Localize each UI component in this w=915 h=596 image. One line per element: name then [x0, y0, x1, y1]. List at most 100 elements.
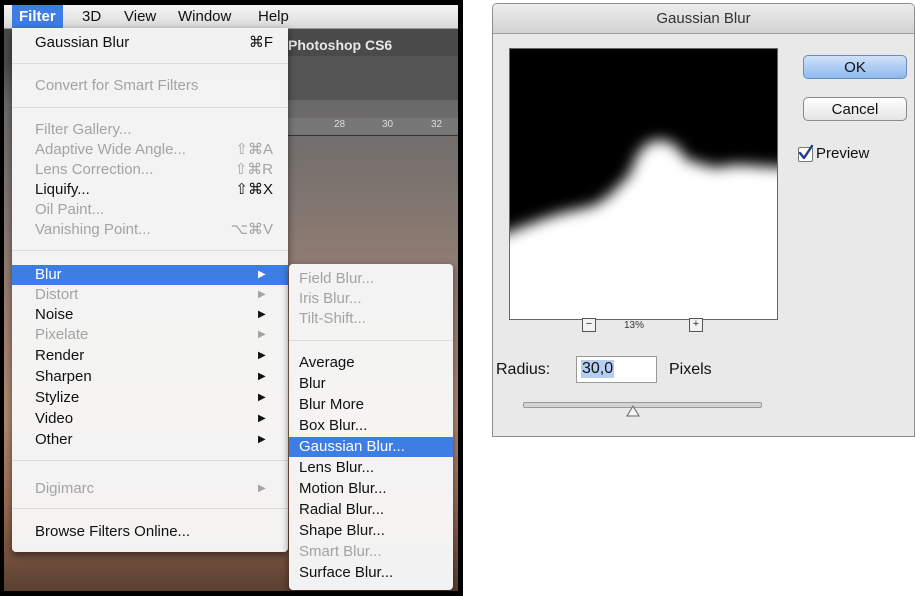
ruler: 28 30 32 — [286, 118, 458, 136]
menu-item-blur[interactable]: Blur ▶ — [12, 265, 288, 285]
menu-item-video[interactable]: Video ▶ — [12, 409, 288, 429]
radius-slider-track[interactable] — [523, 402, 762, 408]
menu-item-digimarc[interactable]: Digimarc ▶ — [12, 479, 288, 499]
radius-slider-thumb[interactable] — [626, 405, 640, 417]
submenu-item-iris-blur[interactable]: Iris Blur... — [289, 289, 453, 309]
menu-item-label: Digimarc — [35, 480, 95, 497]
submenu-arrow-icon: ▶ — [258, 269, 266, 280]
submenu-arrow-icon: ▶ — [258, 309, 266, 320]
preview-image[interactable] — [509, 48, 778, 320]
menu-item-pixelate[interactable]: Pixelate ▶ — [12, 325, 288, 345]
menu-item-label: Stylize — [35, 389, 80, 406]
menu-item-label: Average — [299, 354, 355, 371]
blurred-preview-graphic — [510, 49, 777, 319]
menu-item-label: Other — [35, 431, 73, 448]
menu-item-oil-paint[interactable]: Oil Paint... — [12, 200, 288, 220]
preview-label: Preview — [816, 145, 870, 162]
menu-help[interactable]: Help — [258, 7, 289, 26]
submenu-arrow-icon: ▶ — [258, 289, 266, 300]
menu-filter[interactable]: Filter — [12, 5, 63, 28]
zoom-level: 13% — [624, 320, 645, 331]
menu-item-label: Motion Blur... — [299, 480, 387, 497]
shortcut: ⌥⌘V — [230, 221, 273, 238]
menu-item-label: Vanishing Point... — [35, 221, 151, 238]
ruler-number: 28 — [334, 119, 346, 130]
menu-item-label: Lens Correction... — [35, 161, 154, 178]
filter-menu: Gaussian Blur ⌘F Convert for Smart Filte… — [12, 28, 288, 552]
menu-separator — [12, 63, 288, 64]
menu-item-label: Shape Blur... — [299, 522, 385, 539]
menu-item-label: Smart Blur... — [299, 543, 382, 560]
menu-item-label: Filter Gallery... — [35, 121, 132, 138]
menu-item-filter-gallery[interactable]: Filter Gallery... — [12, 120, 288, 140]
submenu-item-smart-blur[interactable]: Smart Blur... — [289, 542, 453, 562]
submenu-item-gaussian-blur[interactable]: Gaussian Blur... — [289, 437, 453, 457]
submenu-item-surface-blur[interactable]: Surface Blur... — [289, 563, 453, 583]
shortcut: ⇧⌘R — [234, 161, 273, 178]
menu-item-label: Blur — [299, 375, 326, 392]
app-title: Photoshop CS6 — [288, 37, 393, 53]
submenu-item-lens-blur[interactable]: Lens Blur... — [289, 458, 453, 478]
blur-submenu: Field Blur... Iris Blur... Tilt-Shift...… — [289, 264, 453, 590]
menu-separator — [289, 340, 453, 341]
checkmark-icon — [798, 144, 814, 160]
menu-item-lens-correction[interactable]: Lens Correction... ⇧⌘R — [12, 160, 288, 180]
submenu-item-shape-blur[interactable]: Shape Blur... — [289, 521, 453, 541]
radius-label: Radius: — [496, 361, 551, 378]
submenu-item-motion-blur[interactable]: Motion Blur... — [289, 479, 453, 499]
menu-view[interactable]: View — [124, 7, 156, 26]
menu-item-label: Iris Blur... — [299, 290, 362, 307]
dialog-titlebar: Gaussian Blur — [493, 4, 914, 34]
menu-item-label: Blur — [35, 266, 62, 283]
menu-item-adaptive-wide-angle[interactable]: Adaptive Wide Angle... ⇧⌘A — [12, 140, 288, 160]
submenu-item-radial-blur[interactable]: Radial Blur... — [289, 500, 453, 520]
submenu-item-average[interactable]: Average — [289, 353, 453, 373]
submenu-item-blur[interactable]: Blur — [289, 374, 453, 394]
menu-item-browse-filters-online[interactable]: Browse Filters Online... — [12, 522, 288, 542]
menu-item-last-filter[interactable]: Gaussian Blur ⌘F — [12, 33, 288, 53]
menu-3d[interactable]: 3D — [82, 7, 101, 26]
menu-item-label: Box Blur... — [299, 417, 368, 434]
photoshop-menu-screenshot: Photoshop CS6 28 30 32 Filter 3D View Wi… — [0, 0, 463, 596]
menu-item-label: Liquify... — [35, 181, 90, 198]
menu-item-vanishing-point[interactable]: Vanishing Point... ⌥⌘V — [12, 220, 288, 240]
menu-item-stylize[interactable]: Stylize ▶ — [12, 388, 288, 408]
menu-item-label: Field Blur... — [299, 270, 375, 287]
menu-item-sharpen[interactable]: Sharpen ▶ — [12, 367, 288, 387]
menu-item-distort[interactable]: Distort ▶ — [12, 285, 288, 305]
zoom-out-button[interactable]: − — [582, 318, 596, 332]
menu-separator — [12, 460, 288, 461]
ok-button[interactable]: OK — [803, 55, 907, 79]
submenu-item-box-blur[interactable]: Box Blur... — [289, 416, 453, 436]
menu-item-noise[interactable]: Noise ▶ — [12, 305, 288, 325]
zoom-in-button[interactable]: + — [689, 318, 703, 332]
radius-input[interactable]: 30,0 — [576, 356, 657, 383]
submenu-arrow-icon: ▶ — [258, 329, 266, 340]
submenu-item-tilt-shift[interactable]: Tilt-Shift... — [289, 309, 453, 329]
menu-item-label: Adaptive Wide Angle... — [35, 141, 186, 158]
menu-item-render[interactable]: Render ▶ — [12, 346, 288, 366]
submenu-arrow-icon: ▶ — [258, 413, 266, 424]
menu-item-other[interactable]: Other ▶ — [12, 430, 288, 450]
menu-bar: Filter 3D View Window Help — [4, 5, 458, 29]
menu-window[interactable]: Window — [178, 7, 231, 26]
menu-item-convert-smart-filters[interactable]: Convert for Smart Filters — [12, 76, 288, 96]
submenu-item-blur-more[interactable]: Blur More — [289, 395, 453, 415]
menu-item-label: Blur More — [299, 396, 365, 413]
menu-item-label: Gaussian Blur — [35, 34, 130, 51]
ruler-number: 30 — [382, 119, 394, 130]
submenu-arrow-icon: ▶ — [258, 483, 266, 494]
menu-separator — [12, 508, 288, 509]
submenu-arrow-icon: ▶ — [258, 371, 266, 382]
gaussian-blur-dialog: Gaussian Blur − 13% + OK Cancel Preview … — [492, 3, 915, 437]
menu-separator — [12, 250, 288, 251]
ruler-number: 32 — [431, 119, 443, 130]
menu-item-label: Sharpen — [35, 368, 92, 385]
cancel-button[interactable]: Cancel — [803, 97, 907, 121]
menu-item-label: Oil Paint... — [35, 201, 105, 218]
menu-item-label: Gaussian Blur... — [299, 438, 405, 455]
menu-item-liquify[interactable]: Liquify... ⇧⌘X — [12, 180, 288, 200]
submenu-item-field-blur[interactable]: Field Blur... — [289, 269, 453, 289]
preview-checkbox[interactable] — [798, 144, 814, 162]
menu-item-label: Pixelate — [35, 326, 89, 343]
